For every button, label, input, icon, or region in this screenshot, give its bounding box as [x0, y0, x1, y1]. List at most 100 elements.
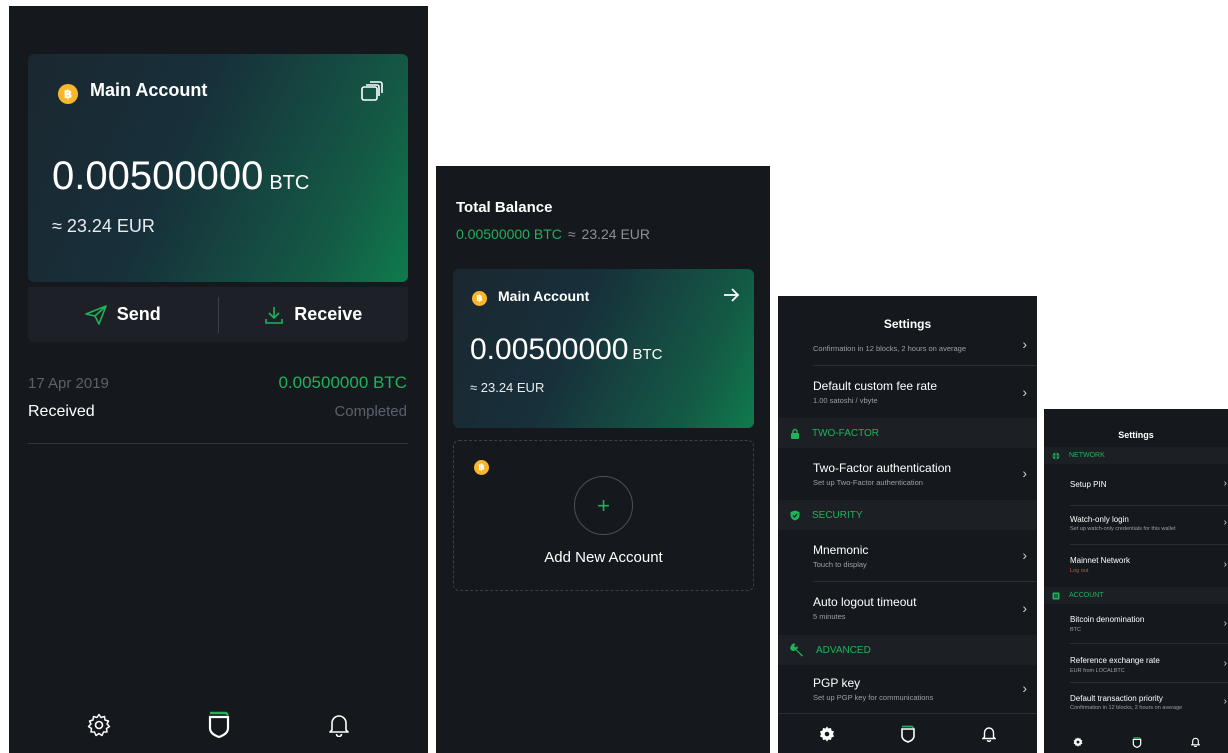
download-icon: [265, 306, 284, 324]
settings-row-pgp[interactable]: PGP key Set up PGP key for communication…: [778, 665, 1037, 716]
shield-icon[interactable]: [206, 711, 232, 739]
chevron-right-icon: ›: [1223, 478, 1227, 489]
shield-check-icon: [790, 510, 800, 520]
receive-label: Receive: [294, 304, 363, 324]
settings-row-network[interactable]: Mainnet Network Log out ›: [1044, 546, 1228, 588]
divider: [1070, 505, 1228, 506]
settings-row-fee-rate[interactable]: Default custom fee rate 1.00 satoshi / v…: [778, 367, 1037, 418]
section-label: SECURITY: [812, 509, 863, 521]
settings-row-exchange-rate[interactable]: Reference exchange rate EUR from LOCALBT…: [1044, 645, 1228, 683]
page-title: Settings: [1118, 430, 1154, 440]
row-title: Mainnet Network: [1070, 556, 1131, 565]
account-name: Main Account: [498, 288, 590, 304]
divider: [1070, 544, 1228, 545]
shield-icon[interactable]: [1132, 736, 1142, 748]
settings-screen-network: Settings NETWORK Setup PIN › Watch-only …: [1044, 409, 1228, 753]
page-title: Settings: [883, 317, 932, 331]
balance-unit: BTC: [632, 346, 663, 363]
bottom-nav: [778, 713, 1037, 753]
logout-link[interactable]: Log out: [1070, 568, 1088, 574]
section-network: NETWORK: [1044, 447, 1228, 464]
total-fiat: 23.24 EUR: [581, 226, 651, 242]
bell-icon[interactable]: [982, 726, 997, 742]
section-label: TWO-FACTOR: [812, 427, 880, 439]
account-balance: 0.00500000 BTC: [52, 154, 309, 199]
chevron-right-icon: ›: [1022, 600, 1027, 616]
row-title: Auto logout timeout: [813, 595, 917, 609]
chevron-right-icon: ›: [1223, 696, 1227, 707]
plus-icon: +: [597, 492, 610, 518]
row-subtitle: Touch to display: [813, 560, 867, 569]
action-bar: Send Receive: [28, 287, 408, 342]
section-label: ADVANCED: [816, 644, 871, 656]
transaction-status: Completed: [334, 403, 407, 420]
shield-icon[interactable]: [900, 725, 916, 743]
settings-row-watch-only[interactable]: Watch-only login Set up watch-only crede…: [1044, 507, 1228, 545]
settings-row-mnemonic[interactable]: Mnemonic Touch to display ›: [778, 530, 1037, 582]
divider: [1070, 682, 1228, 683]
section-label: NETWORK: [1069, 452, 1105, 459]
section-advanced: ADVANCED: [778, 635, 1037, 665]
settings-row-two-factor[interactable]: Two-Factor authentication Set up Two-Fac…: [778, 448, 1037, 500]
chevron-right-icon: ›: [1022, 680, 1027, 696]
chevron-right-icon: ›: [1223, 559, 1227, 570]
row-title: PGP key: [813, 676, 861, 690]
bell-icon[interactable]: [328, 713, 350, 737]
chevron-right-icon: ›: [1022, 336, 1027, 352]
account-card[interactable]: ฿ Main Account 0.00500000 BTC ≈ 23.24 EUR: [453, 269, 754, 428]
divider: [813, 365, 1037, 366]
transaction-amount: 0.00500000 BTC: [278, 373, 407, 392]
accounts-screen: Total Balance 0.00500000 BTC ≈23.24 EUR ฿…: [436, 166, 770, 753]
row-subtitle: Confirmation in 12 blocks, 2 hours on av…: [1070, 705, 1183, 711]
send-label: Send: [116, 304, 161, 324]
gear-icon[interactable]: [819, 726, 835, 742]
lock-icon: [791, 428, 799, 439]
section-two-factor: TWO-FACTOR: [778, 418, 1037, 448]
row-title: Reference exchange rate: [1070, 656, 1160, 665]
receive-button[interactable]: Receive: [219, 304, 409, 325]
transaction-date: 17 Apr 2019: [28, 375, 109, 392]
row-subtitle: Set up watch-only credentials for this w…: [1070, 526, 1176, 532]
settings-screen-security: Settings Confirmation in 12 blocks, 2 ho…: [778, 296, 1037, 753]
gear-icon[interactable]: [87, 713, 111, 737]
add-account-button[interactable]: +: [574, 476, 633, 535]
row-subtitle: 1.00 satoshi / vbyte: [813, 396, 878, 405]
send-button[interactable]: Send: [28, 304, 218, 325]
balance-value: 0.00500000: [470, 333, 629, 366]
divider: [813, 581, 1037, 582]
bitcoin-icon: ฿: [58, 84, 78, 104]
wrench-icon: [790, 643, 803, 657]
chevron-right-icon: ›: [1223, 517, 1227, 528]
row-subtitle: BTC: [1070, 627, 1081, 633]
section-account: ACCOUNT: [1044, 587, 1228, 604]
chevron-right-icon: ›: [1022, 465, 1027, 481]
row-title: Two-Factor authentication: [813, 461, 952, 475]
settings-row-auto-logout[interactable]: Auto logout timeout 5 minutes ›: [778, 583, 1037, 635]
chevron-right-icon: ›: [1022, 384, 1027, 400]
settings-row-denomination[interactable]: Bitcoin denomination BTC ›: [1044, 604, 1228, 644]
row-title: Default transaction priority: [1070, 694, 1163, 703]
add-account-card[interactable]: ฿ + Add New Account: [453, 440, 754, 591]
fiat-balance: ≈ 23.24 EUR: [52, 216, 155, 236]
settings-row-priority[interactable]: Confirmation in 12 blocks, 2 hours on av…: [778, 336, 1037, 366]
divider: [28, 443, 408, 444]
stacked-cards-icon[interactable]: [360, 80, 384, 102]
row-subtitle: 5 minutes: [813, 612, 846, 621]
section-security: SECURITY: [778, 500, 1037, 530]
row-subtitle: Confirmation in 12 blocks, 2 hours on av…: [813, 344, 967, 353]
transaction-type: Received: [28, 403, 95, 420]
gear-icon[interactable]: [1073, 737, 1083, 747]
row-title: Mnemonic: [813, 543, 869, 557]
arrow-right-icon[interactable]: [722, 286, 740, 304]
section-label: ACCOUNT: [1069, 592, 1104, 599]
bell-icon[interactable]: [1190, 737, 1200, 747]
paper-plane-icon: [84, 304, 107, 325]
fiat-balance: ≈ 23.24 EUR: [470, 380, 545, 395]
settings-row-setup-pin[interactable]: Setup PIN ›: [1044, 464, 1228, 506]
account-card[interactable]: ฿ Main Account 0.00500000 BTC ≈ 23.24 EUR: [28, 54, 408, 282]
bitcoin-icon: ฿: [474, 460, 489, 475]
balance-unit: BTC: [269, 172, 310, 194]
account-balance: 0.00500000 BTC: [470, 333, 663, 367]
row-subtitle: EUR from LOCALBTC: [1070, 668, 1125, 674]
settings-row-tx-priority[interactable]: Default transaction priority Confirmatio…: [1044, 684, 1228, 722]
